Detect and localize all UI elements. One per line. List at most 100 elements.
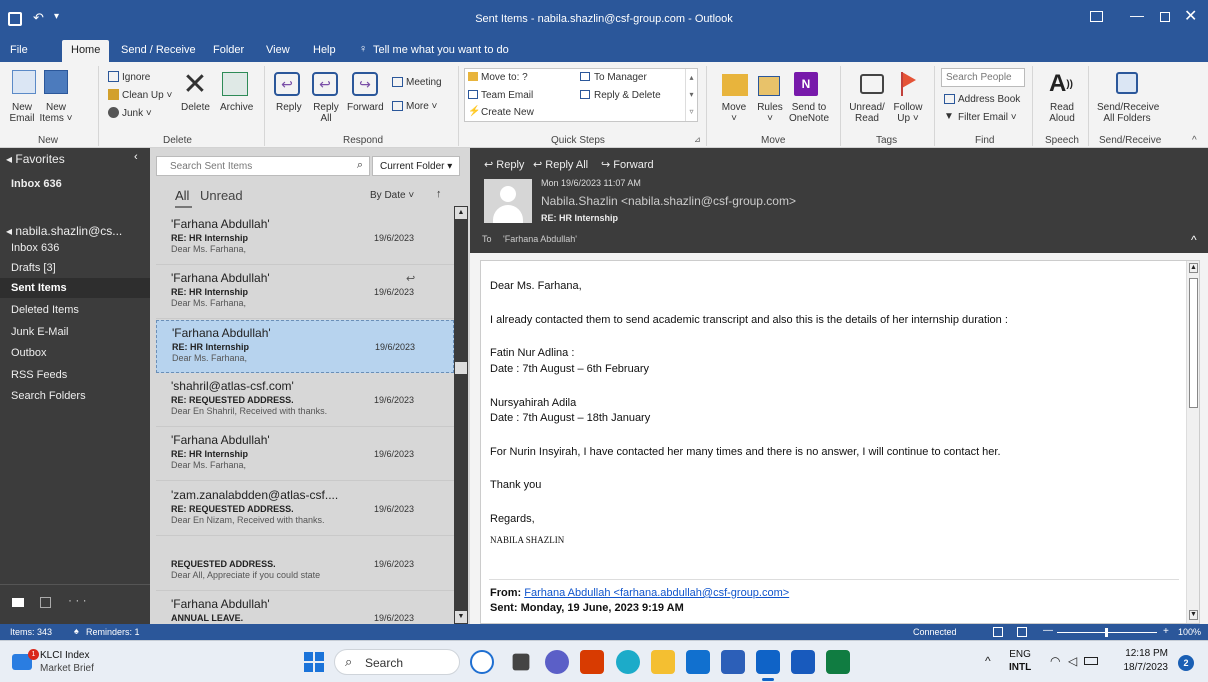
delete-button[interactable]: Delete [181,102,210,113]
file-explorer-icon[interactable] [651,650,675,674]
language-indicator[interactable]: ENG INTL [1009,649,1031,673]
current-folder-dropdown[interactable]: Current Folder ▾ [372,156,460,176]
reply-button[interactable]: Reply [276,102,302,113]
body-scrollbar[interactable]: ▲ ▼ [1186,261,1199,623]
notification-badge[interactable]: 2 [1178,655,1194,671]
tab-file[interactable]: File [10,44,28,56]
list-item[interactable]: 'Farhana Abdullah' RE: HR Internship Dear … [156,428,454,481]
tab-send-receive[interactable]: Send / Receive [121,44,196,56]
quick-steps-launcher-icon[interactable]: ⊿ [694,135,701,144]
reply-action[interactable]: ↩ Reply [484,158,524,171]
folder-sent-items[interactable]: Sent Items [0,278,150,298]
send-receive-all-button[interactable]: Send/Receive All Folders [1097,102,1159,124]
move-button[interactable]: Move ˅ [719,102,749,124]
list-scrollbar[interactable]: ▲ ▼ [454,206,468,624]
windows-start-icon[interactable] [304,652,324,672]
excel-app-icon[interactable] [826,650,850,674]
new-items-button[interactable]: New Items ˅ [38,102,74,124]
task-view-icon[interactable] [512,653,530,671]
scrollbar-thumb[interactable] [455,362,467,374]
tab-folder[interactable]: Folder [213,44,244,56]
tell-me-search[interactable]: Tell me what you want to do [373,44,509,56]
minimize-button[interactable]: — [1130,7,1144,23]
folder-inbox[interactable]: Inbox 636 [11,242,59,254]
tab-all[interactable]: All [175,188,189,203]
reply-all-button[interactable]: Reply All [312,102,340,124]
reply-all-action[interactable]: ↩ Reply All [533,158,588,171]
body-scrollbar-thumb[interactable] [1189,278,1198,408]
new-email-button[interactable]: New Email [6,102,38,124]
mail-icon[interactable] [12,598,24,607]
status-reminders[interactable]: Reminders: 1 [86,627,140,637]
folder-drafts[interactable]: Drafts [3] [11,262,56,274]
tab-view[interactable]: View [266,44,290,56]
list-item[interactable]: ↩ 'Farhana Abdullah' RE: HR Internship Dear… [156,266,454,319]
ignore-button[interactable]: Ignore [122,72,150,83]
quickstep-reply-delete[interactable]: Reply & Delete [594,90,661,101]
quickstep-create-new[interactable]: Create New [481,107,534,118]
edge-icon[interactable] [616,650,640,674]
wifi-icon[interactable]: ◠ [1050,654,1060,668]
forward-button[interactable]: Forward [347,102,384,113]
search-people-input[interactable]: Search People [941,68,1025,87]
list-item[interactable]: REQUESTED ADDRESS. Dear All, Appreciate i… [156,538,454,591]
collapse-pane-icon[interactable]: ‹ [134,151,138,163]
quoted-from-value[interactable]: Farhana Abdullah <farhana.abdullah@csf-g… [524,587,789,599]
folder-outbox[interactable]: Outbox [11,347,46,359]
list-item[interactable]: 'shahril@atlas-csf.com' RE: REQUESTED ADD… [156,374,454,427]
folder-junk-email[interactable]: Junk E-Mail [11,326,68,338]
search-sent-items[interactable]: Search Sent Items ⌕ [156,156,370,176]
list-item[interactable]: 'zam.zanalabdden@atlas-csf.... RE: REQUES… [156,483,454,536]
account-header[interactable]: ◂ nabila.shazlin@cs... [6,224,122,238]
follow-up-button[interactable]: Follow Up ˅ [890,102,926,124]
zoom-slider-thumb[interactable] [1105,628,1108,637]
volume-icon[interactable]: ◁ [1068,654,1077,668]
zoom-in-icon[interactable]: + [1163,626,1169,637]
message-recipient[interactable]: 'Farhana Abdullah' [503,234,577,244]
quickstep-to-manager[interactable]: To Manager [594,72,647,83]
folder-rss-feeds[interactable]: RSS Feeds [11,369,67,381]
sort-direction-icon[interactable]: ↑ [436,188,442,200]
more-apps-icon[interactable]: · · · [68,593,87,607]
outlook-app-icon[interactable] [756,650,780,674]
unread-read-button[interactable]: Unread/ Read [848,102,886,124]
tab-home[interactable]: Home [62,40,110,62]
send-to-onenote-button[interactable]: Send to OneNote [789,102,829,124]
market-widget[interactable]: 1 KLCI Index Market Brief [10,648,130,676]
normal-view-icon[interactable] [993,627,1003,637]
battery-icon[interactable] [1084,657,1098,665]
address-book-button[interactable]: Address Book [958,94,1020,105]
list-item[interactable]: 'Farhana Abdullah' RE: HR Internship Dear … [156,320,454,373]
meeting-button[interactable]: Meeting [406,77,442,88]
office-app-icon[interactable] [580,650,604,674]
tab-unread[interactable]: Unread [200,188,243,203]
filter-email-button[interactable]: Filter Email ˅ [958,112,1017,123]
forward-action[interactable]: ↪ Forward [601,158,654,171]
restore-button[interactable] [1160,12,1170,22]
more-button[interactable]: More ˅ [406,101,437,112]
archive-button[interactable]: Archive [220,102,253,113]
quickstep-team-email[interactable]: Team Email [481,90,533,101]
rules-button[interactable]: Rules ˅ [756,102,784,124]
sort-by-date-button[interactable]: By Date ˅ [370,190,414,201]
ribbon-display-icon[interactable] [1090,11,1103,22]
collapse-header-icon[interactable]: ^ [1191,233,1197,247]
favorites-header[interactable]: ◂ Favorites [6,152,65,166]
folder-deleted-items[interactable]: Deleted Items [11,304,79,316]
message-sender[interactable]: Nabila.Shazlin <nabila.shazlin@csf-group… [541,194,796,208]
quickstep-gallery-scroll[interactable]: ▴ ▾ ▿ [685,69,697,121]
collapse-ribbon-icon[interactable]: ^ [1192,135,1197,146]
close-button[interactable]: ✕ [1184,6,1197,26]
junk-button[interactable]: Junk ˅ [122,108,152,119]
calendar-icon[interactable] [40,597,51,608]
clean-up-button[interactable]: Clean Up ˅ [122,90,172,101]
teams-icon[interactable] [545,650,569,674]
read-aloud-button[interactable]: Read Aloud [1048,102,1076,124]
store-icon[interactable] [721,650,745,674]
tab-help[interactable]: Help [313,44,336,56]
reading-view-icon[interactable] [1017,627,1027,637]
zoom-level[interactable]: 100% [1178,627,1201,637]
tray-chevron-icon[interactable]: ^ [985,654,991,668]
taskbar-search[interactable]: ⌕ Search [334,649,460,675]
zoom-slider[interactable] [1057,628,1157,637]
